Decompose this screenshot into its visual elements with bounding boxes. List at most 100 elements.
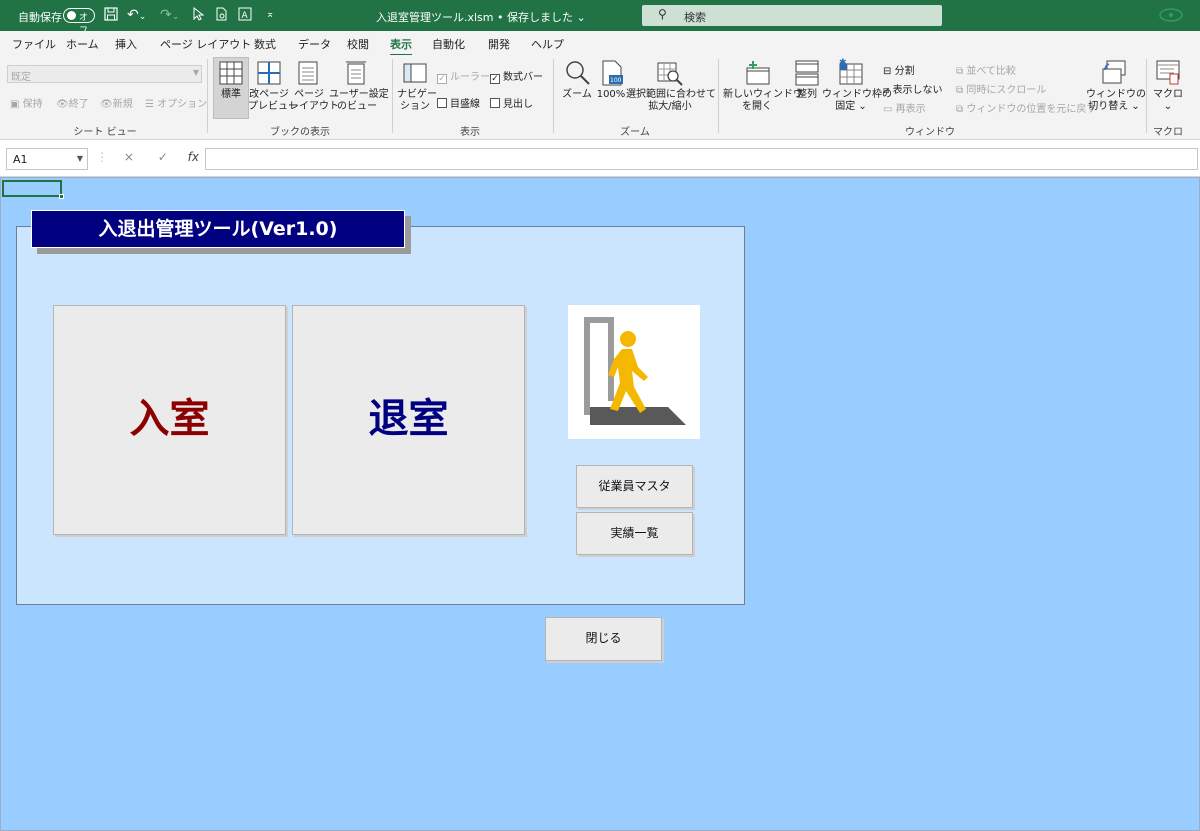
- tab-file[interactable]: ファイル: [12, 36, 56, 52]
- switch-windows-icon[interactable]: [1101, 60, 1127, 89]
- tab-page-layout[interactable]: ページ レイアウト: [160, 36, 251, 52]
- autosave-label: 自動保存: [18, 11, 62, 24]
- cancel-icon[interactable]: ×: [124, 150, 134, 164]
- enter-icon[interactable]: ✓: [158, 150, 168, 164]
- navigation-line2: ション: [400, 101, 430, 112]
- sheet-view-select[interactable]: 既定 ▼: [7, 65, 202, 83]
- tab-formulas[interactable]: 数式: [254, 36, 276, 52]
- formula-bar-checkbox[interactable]: ✓ 数式バー: [490, 68, 543, 84]
- zoom-selection-icon[interactable]: [657, 60, 683, 89]
- keep-label: 保持: [22, 99, 43, 110]
- name-box[interactable]: A1 ▼: [6, 148, 88, 170]
- employee-master-button[interactable]: 従業員マスタ: [576, 465, 693, 508]
- freeze-panes-line1: ウィンドウ枠の: [822, 89, 892, 100]
- macro-group-label: マクロ: [1153, 127, 1183, 138]
- options-label: オプション: [157, 99, 208, 110]
- navigation-icon[interactable]: [403, 63, 427, 86]
- tab-developer[interactable]: 開発: [488, 36, 510, 52]
- tab-insert[interactable]: 挿入: [115, 36, 137, 52]
- formula-bar: A1 ▼ ⋮ × ✓ fx: [0, 140, 1200, 177]
- page-break-preview-icon[interactable]: [257, 61, 281, 88]
- sheet-view-exit-button[interactable]: 👁終了: [56, 95, 89, 110]
- switch-windows-label[interactable]: ウィンドウの 切り替え ⌄: [1086, 89, 1146, 113]
- arrange-all-label[interactable]: 整列: [792, 89, 822, 101]
- search-box[interactable]: ⚲ 検索: [642, 5, 942, 26]
- search-placeholder: 検索: [684, 11, 706, 24]
- tab-home[interactable]: ホーム: [66, 36, 99, 52]
- undo-icon[interactable]: ↶⌄: [127, 7, 146, 25]
- gridlines-checkbox[interactable]: 目盛線: [437, 95, 480, 110]
- sheet-view-options-button[interactable]: ☰ オプション: [145, 95, 207, 110]
- headings-checkbox[interactable]: 見出し: [490, 95, 533, 110]
- custom-views-icon[interactable]: [345, 61, 367, 88]
- insert-function-icon[interactable]: fx: [188, 150, 199, 164]
- custom-views-label[interactable]: ユーザー設定 のビュー: [329, 89, 389, 113]
- checkbox-checked-icon: ✓: [437, 74, 447, 84]
- unhide-icon: ▭: [883, 104, 893, 115]
- reset-window-position-button[interactable]: ⧉ ウィンドウの位置を元に戻す: [956, 100, 1096, 115]
- ruler-label: ルーラー: [450, 72, 490, 83]
- enter-room-button[interactable]: 入室: [53, 305, 286, 535]
- normal-view-icon: [219, 61, 243, 88]
- records-list-button[interactable]: 実績一覧: [576, 512, 693, 555]
- new-window-label[interactable]: 新しいウィンドウ を開く: [723, 89, 803, 113]
- navigation-label[interactable]: ナビゲー ション: [397, 89, 437, 113]
- new-window-icon[interactable]: [745, 60, 771, 89]
- split-button[interactable]: ⊟ 分割: [883, 62, 915, 77]
- macros-line1: マクロ: [1153, 89, 1183, 100]
- tab-data[interactable]: データ: [298, 36, 331, 52]
- hide-window-button[interactable]: ⧄ 表示しない: [883, 81, 943, 96]
- page-layout-label[interactable]: ページ レイアウト: [289, 89, 339, 113]
- close-button[interactable]: 閉じる: [545, 617, 662, 661]
- tab-view[interactable]: 表示: [390, 36, 412, 56]
- selected-cell-a1[interactable]: [2, 180, 64, 199]
- zoom-selection-label[interactable]: 選択範囲に合わせて 拡大/縮小: [626, 89, 716, 113]
- pointer-icon[interactable]: [192, 6, 205, 25]
- customize-qat-icon[interactable]: ⌅: [266, 7, 274, 23]
- zoom-selection-line1: 選択範囲に合わせて: [626, 89, 716, 100]
- worksheet-area[interactable]: 入退出管理ツール(Ver1.0) 入室 退室 従業員マスタ 実績一覧 閉じる: [0, 177, 1200, 831]
- redo-icon[interactable]: ↷⌄: [160, 7, 179, 25]
- sheet-view-new-button[interactable]: 👁新規: [100, 95, 133, 110]
- ruler-checkbox[interactable]: ✓ ルーラー: [437, 68, 490, 84]
- exit-room-button[interactable]: 退室: [292, 305, 525, 535]
- tab-help[interactable]: ヘルプ: [531, 36, 564, 52]
- walking-person-door-icon: [568, 305, 700, 439]
- print-preview-icon[interactable]: [215, 7, 228, 25]
- side-by-side-icon: ⧉: [956, 66, 964, 77]
- zoom-magnifier-icon[interactable]: [565, 60, 591, 89]
- unhide-window-button[interactable]: ▭ 再表示: [883, 100, 926, 115]
- page-title: 入退出管理ツール(Ver1.0): [31, 210, 405, 248]
- group-separator: [207, 59, 208, 133]
- sync-scroll-button[interactable]: ⧉ 同時にスクロール: [956, 81, 1046, 96]
- ribbon: 既定 ▼ ▣ 保持 👁終了 👁新規 ☰ オプション シート ビュー 標準 改ペー…: [0, 55, 1200, 140]
- zoom-label[interactable]: ズーム: [561, 89, 593, 101]
- save-icon[interactable]: [104, 7, 118, 25]
- sheet-view-group-label: シート ビュー: [73, 127, 137, 138]
- page-layout-icon[interactable]: [298, 61, 318, 88]
- new-window-line1: 新しいウィンドウ: [723, 89, 803, 100]
- sheet-view-value: 既定: [11, 72, 31, 83]
- freeze-panes-line2: 固定 ⌄: [835, 101, 867, 112]
- sheet-view-keep-button[interactable]: ▣ 保持: [10, 95, 43, 110]
- tab-automate[interactable]: 自動化: [432, 36, 465, 52]
- freeze-panes-label[interactable]: ウィンドウ枠の 固定 ⌄: [822, 89, 892, 113]
- page-break-preview-label[interactable]: 改ページ プレビュー: [248, 89, 298, 113]
- chevron-down-icon: ▼: [192, 68, 199, 77]
- freeze-panes-icon[interactable]: ✱: [838, 58, 864, 89]
- group-separator: [718, 59, 719, 133]
- macros-caret: ⌄: [1163, 101, 1173, 112]
- coauthor-icon[interactable]: [1158, 6, 1184, 24]
- tab-review[interactable]: 校閲: [347, 36, 369, 52]
- zoom-100-icon[interactable]: 100: [601, 60, 623, 89]
- fill-handle[interactable]: [59, 194, 64, 199]
- arrange-all-icon[interactable]: [795, 60, 819, 89]
- group-separator: [1146, 59, 1147, 133]
- text-box-icon[interactable]: A: [238, 7, 252, 25]
- formula-input[interactable]: [205, 148, 1198, 170]
- view-side-by-side-button[interactable]: ⧉ 並べて比較: [956, 62, 1016, 77]
- zoom-100-label[interactable]: 100%: [596, 89, 626, 101]
- macros-icon[interactable]: [1156, 60, 1180, 89]
- macros-label[interactable]: マクロ ⌄: [1150, 89, 1186, 113]
- autosave-toggle[interactable]: オフ: [63, 8, 95, 36]
